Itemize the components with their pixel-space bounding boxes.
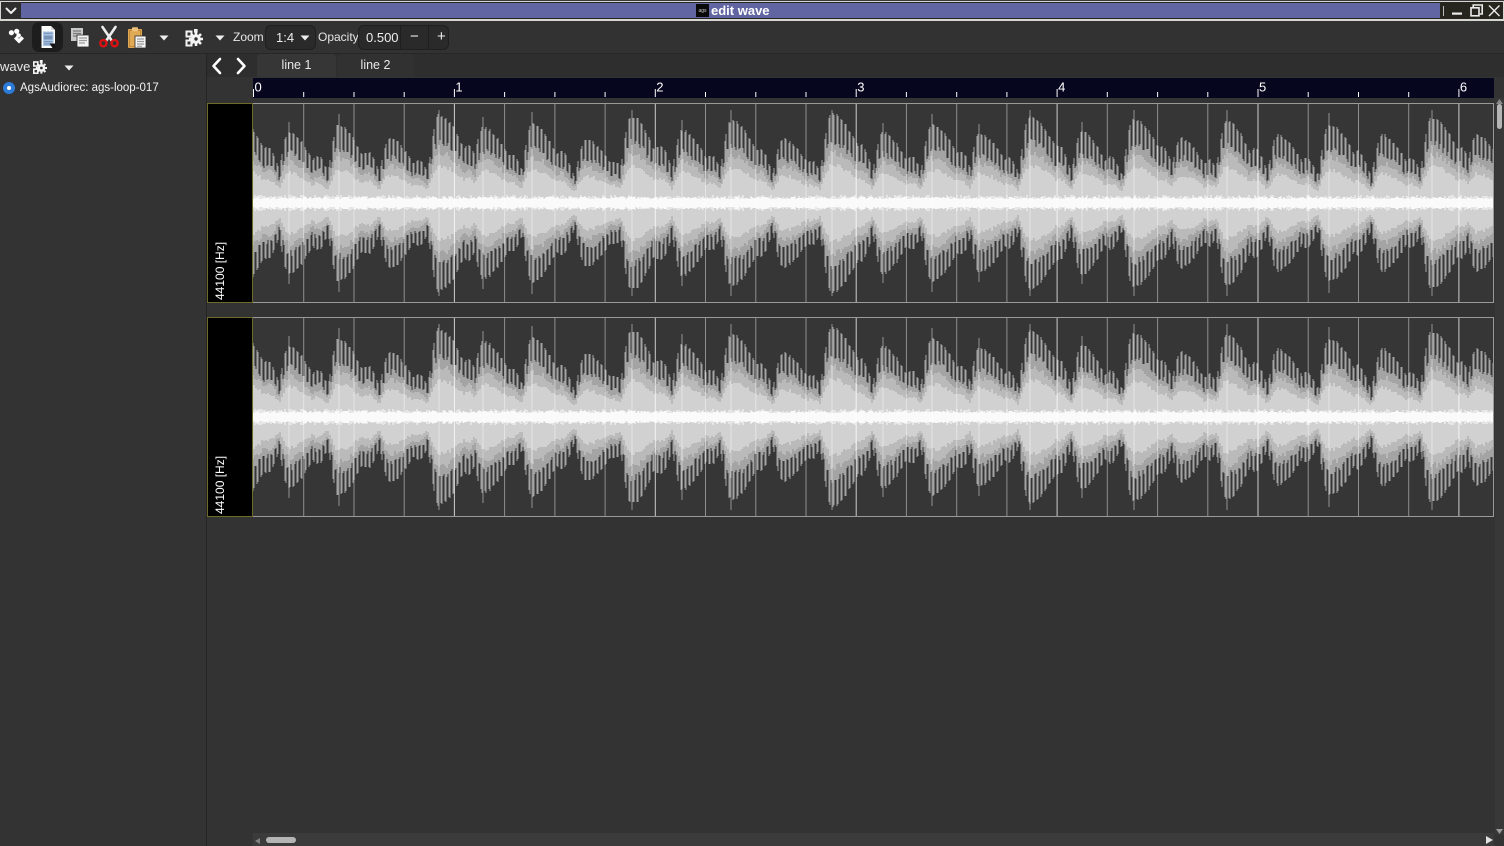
svg-text:6: 6 — [1460, 80, 1467, 95]
svg-text:2: 2 — [656, 80, 663, 95]
svg-text:0: 0 — [255, 80, 262, 95]
svg-text:4: 4 — [1058, 80, 1065, 95]
svg-text:5: 5 — [1259, 80, 1266, 95]
svg-text:3: 3 — [857, 80, 864, 95]
svg-text:1: 1 — [455, 80, 462, 95]
